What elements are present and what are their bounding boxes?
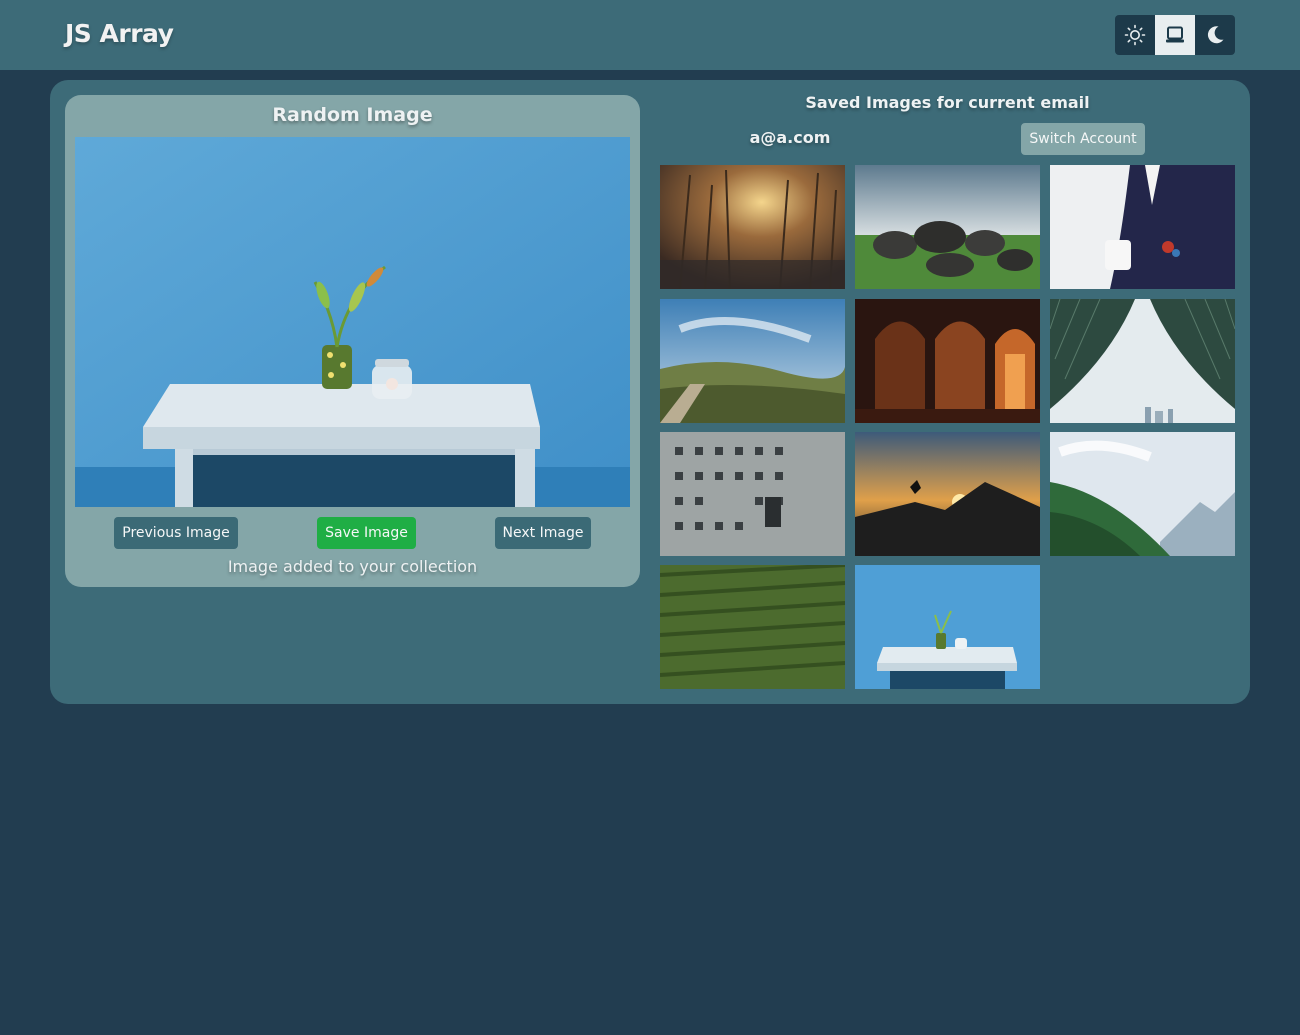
random-image [75,137,630,507]
saved-images-title: Saved Images for current email [805,93,1090,112]
laptop-icon [1166,26,1184,43]
theme-light-button[interactable] [1115,15,1155,55]
top-navbar: JS Array [0,0,1300,70]
saved-image-6[interactable] [1050,299,1235,423]
random-image-title: Random Image [272,104,433,126]
app-title: JS Array [65,19,174,48]
theme-dark-button[interactable] [1195,15,1235,55]
saved-image-10[interactable] [660,565,845,689]
saved-image-8[interactable] [855,432,1040,556]
theme-system-button[interactable] [1155,15,1195,55]
save-status-message: Image added to your collection [227,557,478,576]
sun-icon [1124,24,1146,46]
next-image-button[interactable]: Next Image [495,517,591,549]
saved-image-3[interactable] [1050,165,1235,289]
current-email: a@a.com [749,128,831,147]
saved-image-11[interactable] [855,565,1040,689]
switch-account-button[interactable]: Switch Account [1021,123,1145,155]
saved-image-2[interactable] [855,165,1040,289]
saved-image-5[interactable] [855,299,1040,423]
save-image-button[interactable]: Save Image [317,517,416,549]
theme-toggle-group [1115,15,1235,55]
saved-image-7[interactable] [660,432,845,556]
moon-icon [1207,26,1224,44]
previous-image-button[interactable]: Previous Image [114,517,238,549]
saved-image-9[interactable] [1050,432,1235,556]
saved-image-1[interactable] [660,165,845,289]
saved-image-4[interactable] [660,299,845,423]
